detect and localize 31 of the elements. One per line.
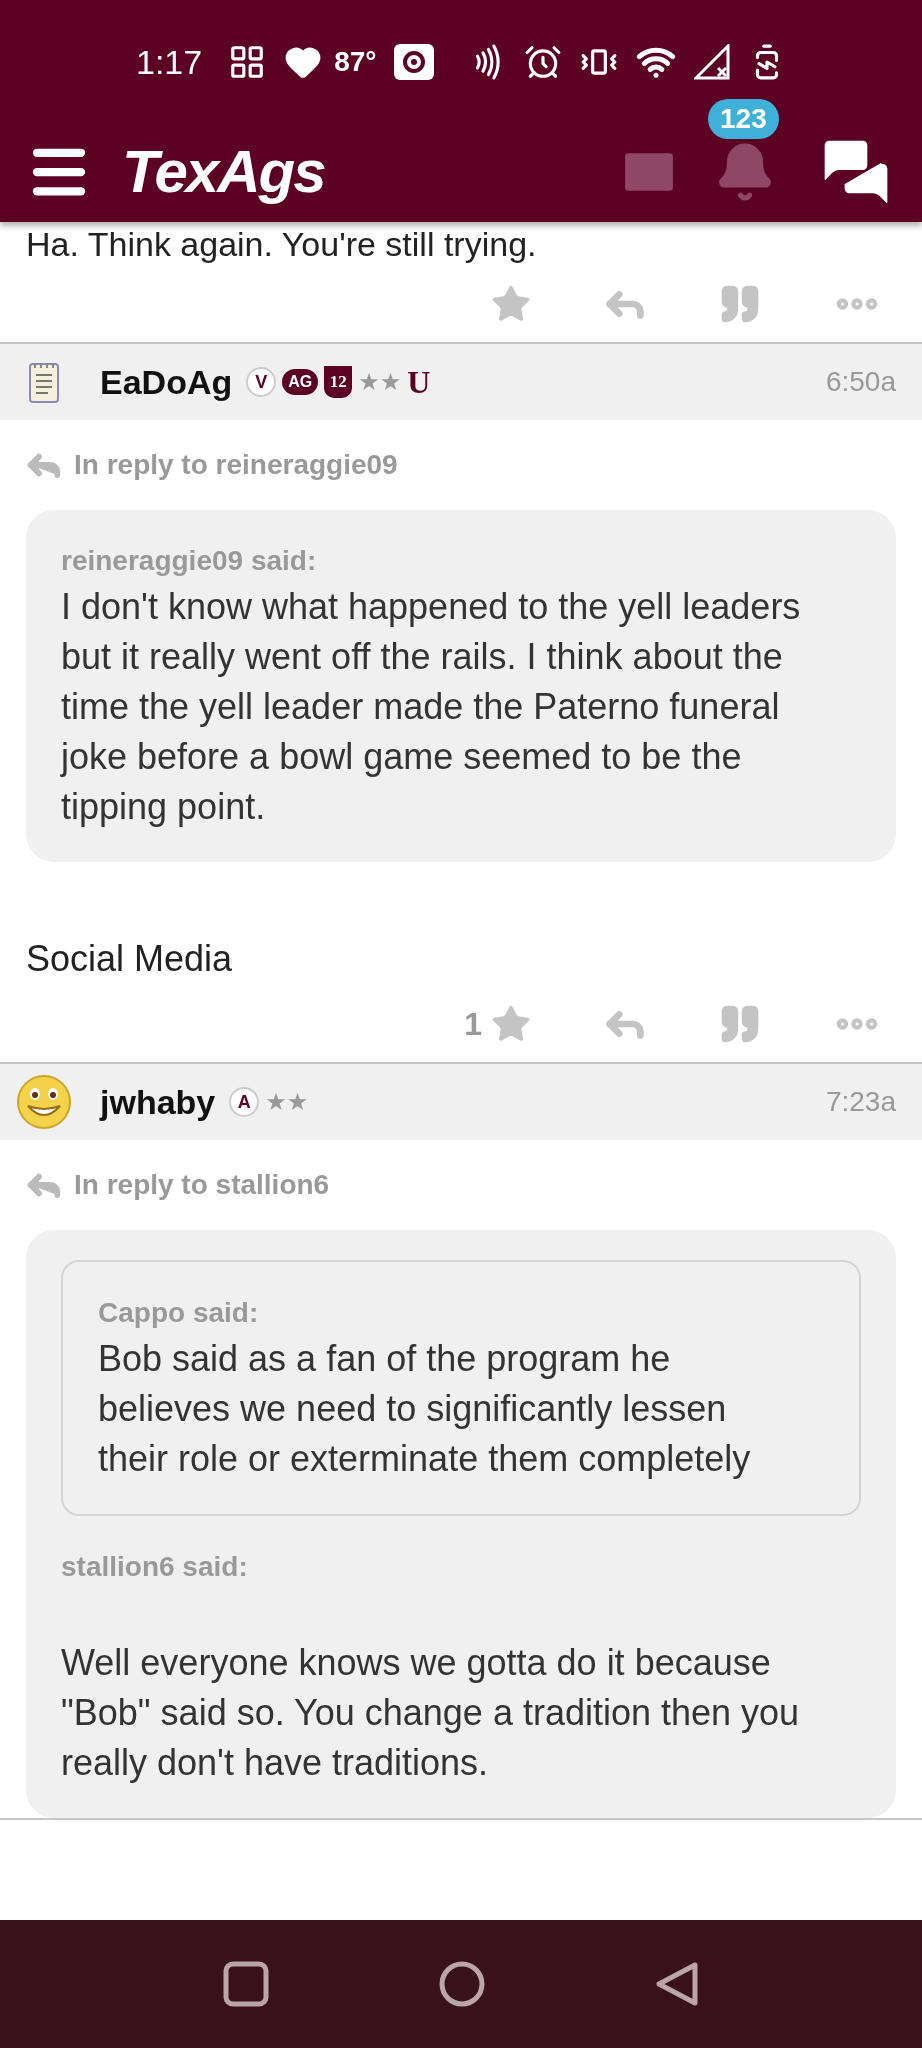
temperature: 87° (334, 45, 377, 79)
quote-text: I don't know what happened to the yell leaders but it really went off the rails. I think about the time the yell leader made the Paterno funeral joke before a bowl game seemed to be the tipping point. (61, 585, 802, 829)
badge-letter: V (246, 367, 277, 397)
post-time: 6:50a (825, 365, 896, 399)
post-text: Social Media (25, 937, 234, 981)
signal-icon (694, 44, 730, 80)
quote-text: Bob said as a fan of the program he believes we need to significantly lessen their role or exterminate them completely (98, 1337, 752, 1481)
notification-badge: 123 (708, 99, 779, 139)
post-text: Ha. Think again. You're still trying. (25, 224, 538, 265)
home-icon[interactable] (439, 1961, 485, 2007)
rank-stars: ★★ (358, 370, 402, 394)
star-count: 1 (464, 1005, 482, 1044)
quote-author: Cappo said: (98, 1296, 260, 1330)
smiley-icon (16, 1074, 72, 1130)
rank-stars: ★★ (265, 1090, 309, 1114)
badge-letter: A (229, 1087, 260, 1117)
badge-letter: U (407, 366, 431, 398)
badge-tag: AG (282, 369, 319, 395)
author-name[interactable]: EaDoAg (100, 356, 233, 408)
back-icon[interactable] (655, 1961, 699, 2007)
post-time: 7:23a (825, 1085, 896, 1119)
shield-badge: 12 (324, 366, 353, 398)
app-logo[interactable]: TexAgs (122, 127, 325, 217)
quote-author: stallion6 said: (61, 1550, 249, 1584)
clock-time: 1:17 (136, 41, 203, 83)
alarm-icon (524, 43, 562, 81)
recents-icon[interactable] (223, 1961, 269, 2007)
author-name[interactable]: jwhaby (100, 1076, 216, 1128)
quote-author: reineraggie09 said: (61, 544, 318, 578)
hotspot-icon (392, 43, 435, 81)
quote-text: Well everyone knows we gotta do it because "Bob" said so. You change a tradition then you really don't have traditions. (61, 1641, 801, 1785)
